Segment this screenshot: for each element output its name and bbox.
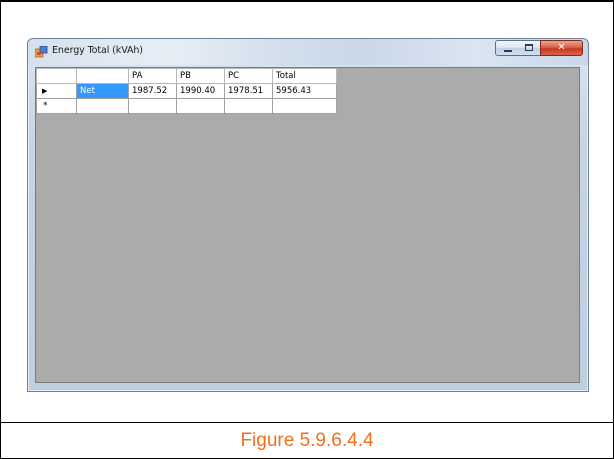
- column-header-pa[interactable]: PA: [128, 68, 177, 84]
- new-cell-pb[interactable]: [176, 98, 225, 114]
- current-row-arrow-icon: ▶: [42, 87, 48, 95]
- table-row[interactable]: ▶ Net 1987.52 1990.40 1978.51 5956.43: [36, 83, 337, 99]
- row-header-current[interactable]: ▶: [36, 83, 77, 99]
- close-icon: ✕: [557, 42, 566, 53]
- energy-table: PA PB PC Total ▶ Net 1987.52 1990.40 197…: [36, 68, 337, 114]
- corner-header-cell[interactable]: [36, 68, 77, 84]
- column-header-pc[interactable]: PC: [224, 68, 273, 84]
- maximize-icon: [525, 44, 533, 51]
- new-cell-pc[interactable]: [224, 98, 273, 114]
- cell-label-net[interactable]: Net: [76, 83, 129, 99]
- window-title: Energy Total (kVAh): [52, 45, 143, 56]
- figure-caption: Figure 5.9.6.4.4: [240, 430, 374, 451]
- close-button[interactable]: ✕: [540, 40, 583, 56]
- new-cell-pa[interactable]: [128, 98, 177, 114]
- maximize-button[interactable]: [518, 40, 541, 56]
- column-header-pb[interactable]: PB: [176, 68, 225, 84]
- column-header-total[interactable]: Total: [272, 68, 337, 84]
- minimize-button[interactable]: [495, 40, 519, 56]
- new-cell-label[interactable]: [76, 98, 129, 114]
- cell-pb[interactable]: 1990.40: [176, 83, 225, 99]
- title-bar[interactable]: Energy Total (kVAh) ✕: [28, 39, 588, 65]
- new-row-star-icon: *: [43, 101, 48, 111]
- cell-pc[interactable]: 1978.51: [224, 83, 273, 99]
- caption-divider: [0, 422, 614, 423]
- cell-total[interactable]: 5956.43: [272, 83, 337, 99]
- data-grid-view[interactable]: PA PB PC Total ▶ Net 1987.52 1990.40 197…: [35, 67, 580, 383]
- header-row: PA PB PC Total: [36, 68, 337, 84]
- app-icon: [35, 46, 48, 58]
- cell-pa[interactable]: 1987.52: [128, 83, 177, 99]
- new-cell-total[interactable]: [272, 98, 337, 114]
- row-header-new[interactable]: *: [36, 98, 77, 114]
- energy-total-window: Energy Total (kVAh) ✕ PA PB PC Total ▶ N…: [27, 38, 589, 392]
- new-row[interactable]: *: [36, 98, 337, 114]
- column-header-blank[interactable]: [76, 68, 129, 84]
- minimize-icon: [504, 50, 512, 52]
